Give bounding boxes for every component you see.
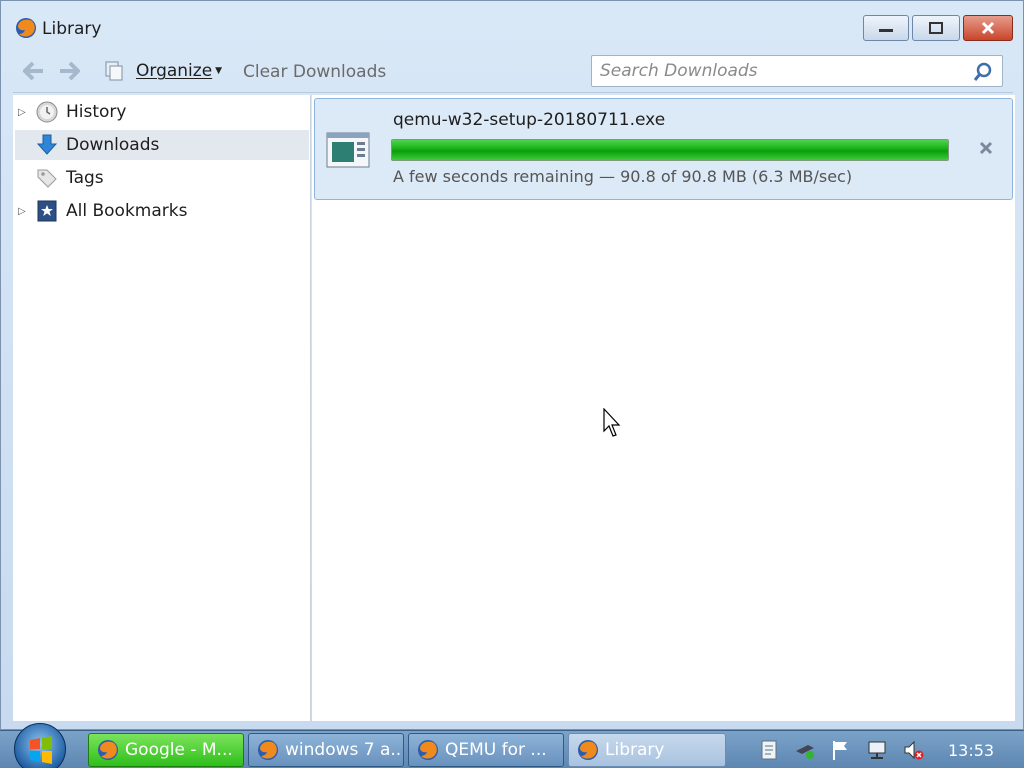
forward-button[interactable] <box>57 59 81 83</box>
close-icon <box>981 21 995 35</box>
clock-icon <box>34 99 60 125</box>
toolbar: Organize ▼ Clear Downloads <box>13 49 1013 93</box>
organize-menu-button[interactable]: Organize ▼ <box>103 57 222 85</box>
taskbar-button-windows7[interactable]: windows 7 a... <box>248 733 404 767</box>
sidebar-item-label: Tags <box>66 168 104 188</box>
expand-arrow-icon[interactable]: ▷ <box>18 206 32 217</box>
search-box <box>591 55 1003 87</box>
cancel-download-button[interactable] <box>975 137 997 159</box>
downloads-list: qemu-w32-setup-20180711.exe A few second… <box>312 95 1015 721</box>
taskbar-clock[interactable]: 13:53 <box>948 741 994 760</box>
expand-arrow-icon[interactable]: ▷ <box>18 107 32 118</box>
action-center-flag-icon[interactable] <box>830 739 852 761</box>
sidebar-item-label: All Bookmarks <box>66 201 188 221</box>
mouse-cursor-icon <box>603 408 621 437</box>
start-button[interactable] <box>14 723 66 768</box>
download-filename: qemu-w32-setup-20180711.exe <box>393 110 666 130</box>
library-window: Library Organize ▼ Clear Downloads Searc… <box>0 0 1024 730</box>
close-button[interactable] <box>963 15 1013 41</box>
sidebar-item-all-bookmarks[interactable]: ▷ All Bookmarks <box>15 196 309 226</box>
cancel-icon <box>979 141 993 155</box>
tag-icon <box>34 165 60 191</box>
sidebar-item-downloads[interactable]: Downloads <box>15 130 309 160</box>
download-progress-fill <box>392 140 948 160</box>
taskbar: Google - M... windows 7 a... QEMU for ..… <box>0 723 1024 768</box>
forward-arrow-icon <box>60 61 80 81</box>
window-title: Library <box>42 19 102 39</box>
organize-icon <box>105 61 123 81</box>
network-icon[interactable] <box>866 739 888 761</box>
sidebar-item-label: History <box>66 102 127 122</box>
windows-logo-icon <box>30 736 52 764</box>
taskbar-button-qemu[interactable]: QEMU for ... <box>408 733 564 767</box>
exe-file-icon <box>326 132 370 168</box>
download-item[interactable]: qemu-w32-setup-20180711.exe A few second… <box>314 98 1013 200</box>
minimize-icon <box>879 29 893 32</box>
volume-muted-icon[interactable] <box>902 739 924 761</box>
sidebar-item-label: Downloads <box>66 135 160 155</box>
firefox-icon <box>578 740 598 760</box>
maximize-icon <box>929 22 943 34</box>
download-arrow-icon <box>34 132 60 158</box>
search-icon[interactable] <box>972 61 994 83</box>
firefox-icon <box>16 18 36 38</box>
taskbar-button-google[interactable]: Google - M... <box>88 733 244 767</box>
star-bookmark-icon <box>34 198 60 224</box>
sidebar-item-tags[interactable]: Tags <box>15 163 309 193</box>
taskbar-button-library[interactable]: Library <box>568 733 726 767</box>
firefox-icon <box>418 740 438 760</box>
organize-label: Organize <box>136 61 213 81</box>
search-input[interactable] <box>600 61 960 81</box>
back-button[interactable] <box>22 59 46 83</box>
firefox-icon <box>258 740 278 760</box>
sidebar-item-history[interactable]: ▷ History <box>15 97 309 127</box>
safely-remove-hardware-icon[interactable] <box>794 739 816 761</box>
maximize-button[interactable] <box>912 15 960 41</box>
download-status: A few seconds remaining — 90.8 of 90.8 M… <box>393 167 853 186</box>
title-bar[interactable]: Library <box>1 1 1023 47</box>
notes-icon[interactable] <box>758 739 780 761</box>
sidebar: ▷ History Downloads Tags ▷ All Bookmarks <box>13 95 311 721</box>
clear-downloads-button[interactable]: Clear Downloads <box>243 62 386 82</box>
chevron-down-icon: ▼ <box>215 66 223 76</box>
firefox-icon <box>98 740 118 760</box>
minimize-button[interactable] <box>863 15 909 41</box>
download-progress-bar <box>391 139 949 161</box>
back-arrow-icon <box>23 61 43 81</box>
